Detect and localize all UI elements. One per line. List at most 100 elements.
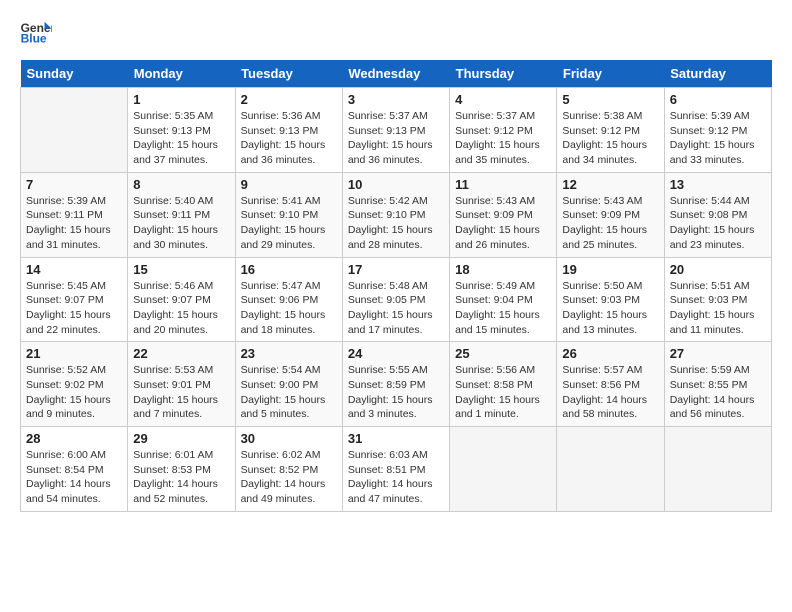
day-number: 18: [455, 262, 551, 277]
calendar-cell: 1 Sunrise: 5:35 AMSunset: 9:13 PMDayligh…: [128, 88, 235, 173]
calendar-cell: 7 Sunrise: 5:39 AMSunset: 9:11 PMDayligh…: [21, 172, 128, 257]
weekday-header: Friday: [557, 60, 664, 88]
calendar-cell: 3 Sunrise: 5:37 AMSunset: 9:13 PMDayligh…: [342, 88, 449, 173]
day-number: 30: [241, 431, 337, 446]
calendar-cell: 26 Sunrise: 5:57 AMSunset: 8:56 PMDaylig…: [557, 342, 664, 427]
calendar-cell: 18 Sunrise: 5:49 AMSunset: 9:04 PMDaylig…: [450, 257, 557, 342]
day-detail: Sunrise: 5:39 AMSunset: 9:11 PMDaylight:…: [26, 194, 122, 253]
day-number: 11: [455, 177, 551, 192]
day-detail: Sunrise: 5:43 AMSunset: 9:09 PMDaylight:…: [562, 194, 658, 253]
weekday-header: Thursday: [450, 60, 557, 88]
day-detail: Sunrise: 5:38 AMSunset: 9:12 PMDaylight:…: [562, 109, 658, 168]
day-number: 22: [133, 346, 229, 361]
day-detail: Sunrise: 5:47 AMSunset: 9:06 PMDaylight:…: [241, 279, 337, 338]
day-detail: Sunrise: 5:37 AMSunset: 9:12 PMDaylight:…: [455, 109, 551, 168]
calendar-cell: 16 Sunrise: 5:47 AMSunset: 9:06 PMDaylig…: [235, 257, 342, 342]
day-number: 5: [562, 92, 658, 107]
calendar-cell: 17 Sunrise: 5:48 AMSunset: 9:05 PMDaylig…: [342, 257, 449, 342]
day-number: 31: [348, 431, 444, 446]
svg-text:Blue: Blue: [21, 31, 47, 44]
calendar-cell: 4 Sunrise: 5:37 AMSunset: 9:12 PMDayligh…: [450, 88, 557, 173]
weekday-header-row: SundayMondayTuesdayWednesdayThursdayFrid…: [21, 60, 772, 88]
calendar-cell: [450, 427, 557, 512]
calendar-cell: 20 Sunrise: 5:51 AMSunset: 9:03 PMDaylig…: [664, 257, 771, 342]
day-detail: Sunrise: 5:55 AMSunset: 8:59 PMDaylight:…: [348, 363, 444, 422]
calendar-cell: 24 Sunrise: 5:55 AMSunset: 8:59 PMDaylig…: [342, 342, 449, 427]
calendar-cell: 5 Sunrise: 5:38 AMSunset: 9:12 PMDayligh…: [557, 88, 664, 173]
weekday-header: Saturday: [664, 60, 771, 88]
calendar-week-row: 7 Sunrise: 5:39 AMSunset: 9:11 PMDayligh…: [21, 172, 772, 257]
calendar-cell: 11 Sunrise: 5:43 AMSunset: 9:09 PMDaylig…: [450, 172, 557, 257]
day-detail: Sunrise: 5:54 AMSunset: 9:00 PMDaylight:…: [241, 363, 337, 422]
day-detail: Sunrise: 6:02 AMSunset: 8:52 PMDaylight:…: [241, 448, 337, 507]
calendar-week-row: 21 Sunrise: 5:52 AMSunset: 9:02 PMDaylig…: [21, 342, 772, 427]
calendar-cell: 27 Sunrise: 5:59 AMSunset: 8:55 PMDaylig…: [664, 342, 771, 427]
calendar-cell: [664, 427, 771, 512]
day-number: 8: [133, 177, 229, 192]
day-number: 10: [348, 177, 444, 192]
calendar-week-row: 1 Sunrise: 5:35 AMSunset: 9:13 PMDayligh…: [21, 88, 772, 173]
day-number: 24: [348, 346, 444, 361]
day-number: 14: [26, 262, 122, 277]
calendar-cell: 8 Sunrise: 5:40 AMSunset: 9:11 PMDayligh…: [128, 172, 235, 257]
day-number: 17: [348, 262, 444, 277]
day-number: 1: [133, 92, 229, 107]
day-number: 25: [455, 346, 551, 361]
day-number: 2: [241, 92, 337, 107]
day-number: 13: [670, 177, 766, 192]
calendar-cell: 23 Sunrise: 5:54 AMSunset: 9:00 PMDaylig…: [235, 342, 342, 427]
day-detail: Sunrise: 5:56 AMSunset: 8:58 PMDaylight:…: [455, 363, 551, 422]
day-detail: Sunrise: 5:51 AMSunset: 9:03 PMDaylight:…: [670, 279, 766, 338]
page-header: General Blue: [20, 20, 772, 44]
calendar-cell: 14 Sunrise: 5:45 AMSunset: 9:07 PMDaylig…: [21, 257, 128, 342]
day-detail: Sunrise: 5:52 AMSunset: 9:02 PMDaylight:…: [26, 363, 122, 422]
logo: General Blue: [20, 20, 56, 44]
calendar-cell: 29 Sunrise: 6:01 AMSunset: 8:53 PMDaylig…: [128, 427, 235, 512]
day-number: 7: [26, 177, 122, 192]
day-number: 26: [562, 346, 658, 361]
weekday-header: Sunday: [21, 60, 128, 88]
day-number: 9: [241, 177, 337, 192]
calendar-cell: 10 Sunrise: 5:42 AMSunset: 9:10 PMDaylig…: [342, 172, 449, 257]
day-number: 16: [241, 262, 337, 277]
weekday-header: Tuesday: [235, 60, 342, 88]
day-detail: Sunrise: 5:41 AMSunset: 9:10 PMDaylight:…: [241, 194, 337, 253]
calendar-cell: 28 Sunrise: 6:00 AMSunset: 8:54 PMDaylig…: [21, 427, 128, 512]
day-detail: Sunrise: 5:45 AMSunset: 9:07 PMDaylight:…: [26, 279, 122, 338]
day-detail: Sunrise: 5:36 AMSunset: 9:13 PMDaylight:…: [241, 109, 337, 168]
day-number: 4: [455, 92, 551, 107]
day-number: 21: [26, 346, 122, 361]
weekday-header: Wednesday: [342, 60, 449, 88]
calendar-cell: 6 Sunrise: 5:39 AMSunset: 9:12 PMDayligh…: [664, 88, 771, 173]
day-detail: Sunrise: 5:35 AMSunset: 9:13 PMDaylight:…: [133, 109, 229, 168]
day-number: 3: [348, 92, 444, 107]
day-detail: Sunrise: 6:00 AMSunset: 8:54 PMDaylight:…: [26, 448, 122, 507]
logo-icon: General Blue: [20, 20, 52, 44]
day-detail: Sunrise: 5:42 AMSunset: 9:10 PMDaylight:…: [348, 194, 444, 253]
day-number: 12: [562, 177, 658, 192]
calendar-cell: 15 Sunrise: 5:46 AMSunset: 9:07 PMDaylig…: [128, 257, 235, 342]
calendar-cell: 2 Sunrise: 5:36 AMSunset: 9:13 PMDayligh…: [235, 88, 342, 173]
day-detail: Sunrise: 5:43 AMSunset: 9:09 PMDaylight:…: [455, 194, 551, 253]
calendar-cell: 31 Sunrise: 6:03 AMSunset: 8:51 PMDaylig…: [342, 427, 449, 512]
calendar-cell: 13 Sunrise: 5:44 AMSunset: 9:08 PMDaylig…: [664, 172, 771, 257]
day-number: 27: [670, 346, 766, 361]
calendar-cell: [557, 427, 664, 512]
day-number: 6: [670, 92, 766, 107]
day-number: 29: [133, 431, 229, 446]
day-detail: Sunrise: 5:57 AMSunset: 8:56 PMDaylight:…: [562, 363, 658, 422]
day-detail: Sunrise: 5:44 AMSunset: 9:08 PMDaylight:…: [670, 194, 766, 253]
calendar-cell: 9 Sunrise: 5:41 AMSunset: 9:10 PMDayligh…: [235, 172, 342, 257]
calendar-cell: 22 Sunrise: 5:53 AMSunset: 9:01 PMDaylig…: [128, 342, 235, 427]
day-detail: Sunrise: 5:40 AMSunset: 9:11 PMDaylight:…: [133, 194, 229, 253]
day-number: 28: [26, 431, 122, 446]
day-detail: Sunrise: 5:37 AMSunset: 9:13 PMDaylight:…: [348, 109, 444, 168]
day-detail: Sunrise: 5:49 AMSunset: 9:04 PMDaylight:…: [455, 279, 551, 338]
day-detail: Sunrise: 5:50 AMSunset: 9:03 PMDaylight:…: [562, 279, 658, 338]
day-number: 23: [241, 346, 337, 361]
day-detail: Sunrise: 5:46 AMSunset: 9:07 PMDaylight:…: [133, 279, 229, 338]
calendar-cell: 30 Sunrise: 6:02 AMSunset: 8:52 PMDaylig…: [235, 427, 342, 512]
day-detail: Sunrise: 5:48 AMSunset: 9:05 PMDaylight:…: [348, 279, 444, 338]
day-detail: Sunrise: 5:53 AMSunset: 9:01 PMDaylight:…: [133, 363, 229, 422]
calendar-week-row: 14 Sunrise: 5:45 AMSunset: 9:07 PMDaylig…: [21, 257, 772, 342]
